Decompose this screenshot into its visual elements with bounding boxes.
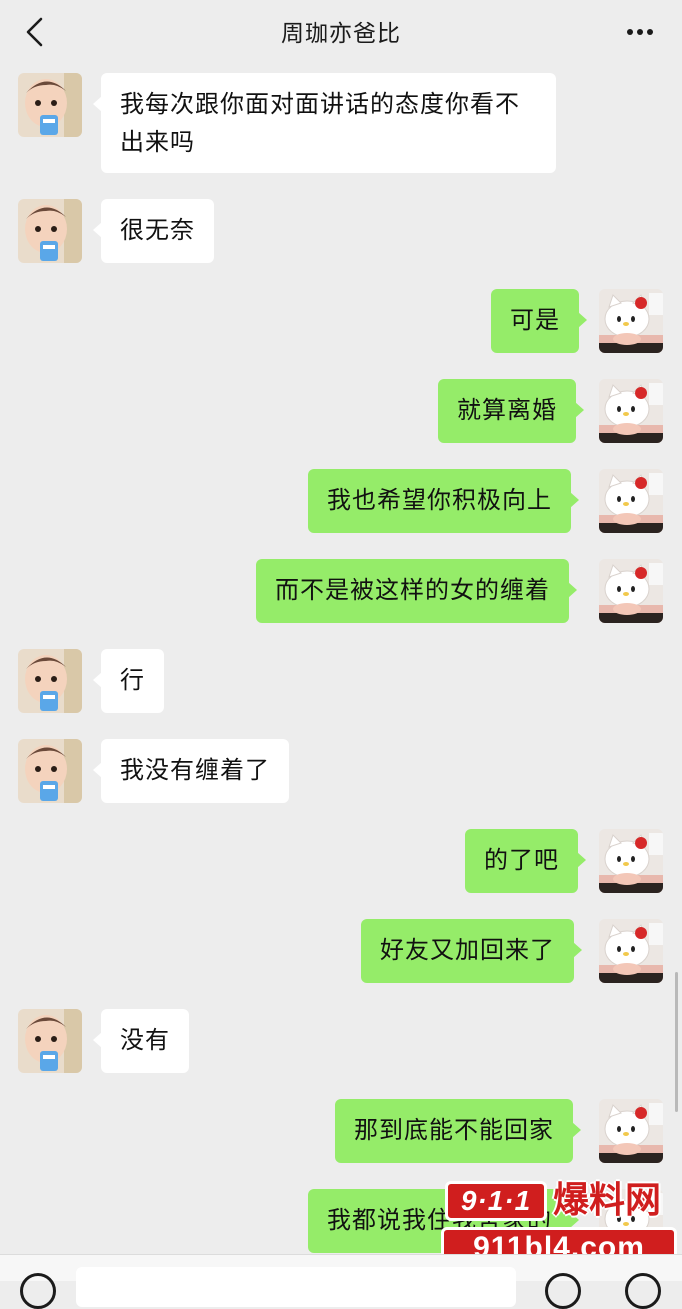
- my-avatar[interactable]: [599, 289, 663, 353]
- contact-avatar[interactable]: [18, 739, 82, 803]
- input-bar: [0, 1254, 682, 1309]
- chat-header: 周珈亦爸比: [0, 0, 682, 66]
- message-bubble[interactable]: 我每次跟你面对面讲话的态度你看不出来吗: [93, 73, 556, 173]
- message-bubble[interactable]: 而不是被这样的女的缠着: [256, 559, 577, 623]
- message-bubble[interactable]: 就算离婚: [438, 379, 584, 443]
- plus-icon[interactable]: [625, 1273, 661, 1309]
- voice-icon[interactable]: [20, 1273, 56, 1309]
- contact-avatar[interactable]: [18, 649, 82, 713]
- chat-title: 周珈亦爸比: [281, 21, 401, 47]
- my-avatar[interactable]: [599, 379, 663, 443]
- message-bubble[interactable]: 没有: [93, 1009, 189, 1073]
- emoji-icon[interactable]: [545, 1273, 581, 1309]
- contact-avatar[interactable]: [18, 1009, 82, 1073]
- message-input[interactable]: [76, 1267, 516, 1307]
- watermark-badge: 9·1·1: [445, 1181, 547, 1221]
- scrollbar[interactable]: [675, 972, 678, 1112]
- message-bubble[interactable]: 我也希望你积极向上: [308, 469, 579, 533]
- message-bubble[interactable]: 可是: [491, 289, 587, 353]
- message-list[interactable]: 我每次跟你面对面讲话的态度你看不出来吗 很无奈 可是 就算离婚 我也希望你积极向…: [0, 66, 682, 1254]
- contact-avatar[interactable]: [18, 199, 82, 263]
- message-bubble[interactable]: 的了吧: [465, 829, 586, 893]
- my-avatar[interactable]: [599, 469, 663, 533]
- message-bubble[interactable]: 我没有缠着了: [93, 739, 289, 803]
- more-button[interactable]: [620, 18, 660, 46]
- my-avatar[interactable]: [599, 559, 663, 623]
- my-avatar[interactable]: [599, 1099, 663, 1163]
- my-avatar[interactable]: [599, 919, 663, 983]
- message-bubble[interactable]: 好友又加回来了: [361, 919, 582, 983]
- more-dots-icon: [627, 29, 633, 35]
- contact-avatar[interactable]: [18, 73, 82, 137]
- my-avatar[interactable]: [599, 829, 663, 893]
- watermark-name: 爆料网: [553, 1180, 662, 1221]
- message-bubble[interactable]: 行: [93, 649, 164, 713]
- more-dot: [637, 29, 643, 35]
- message-bubble[interactable]: 那到底能不能回家: [335, 1099, 581, 1163]
- more-dot: [647, 29, 653, 35]
- message-bubble[interactable]: 很无奈: [93, 199, 214, 263]
